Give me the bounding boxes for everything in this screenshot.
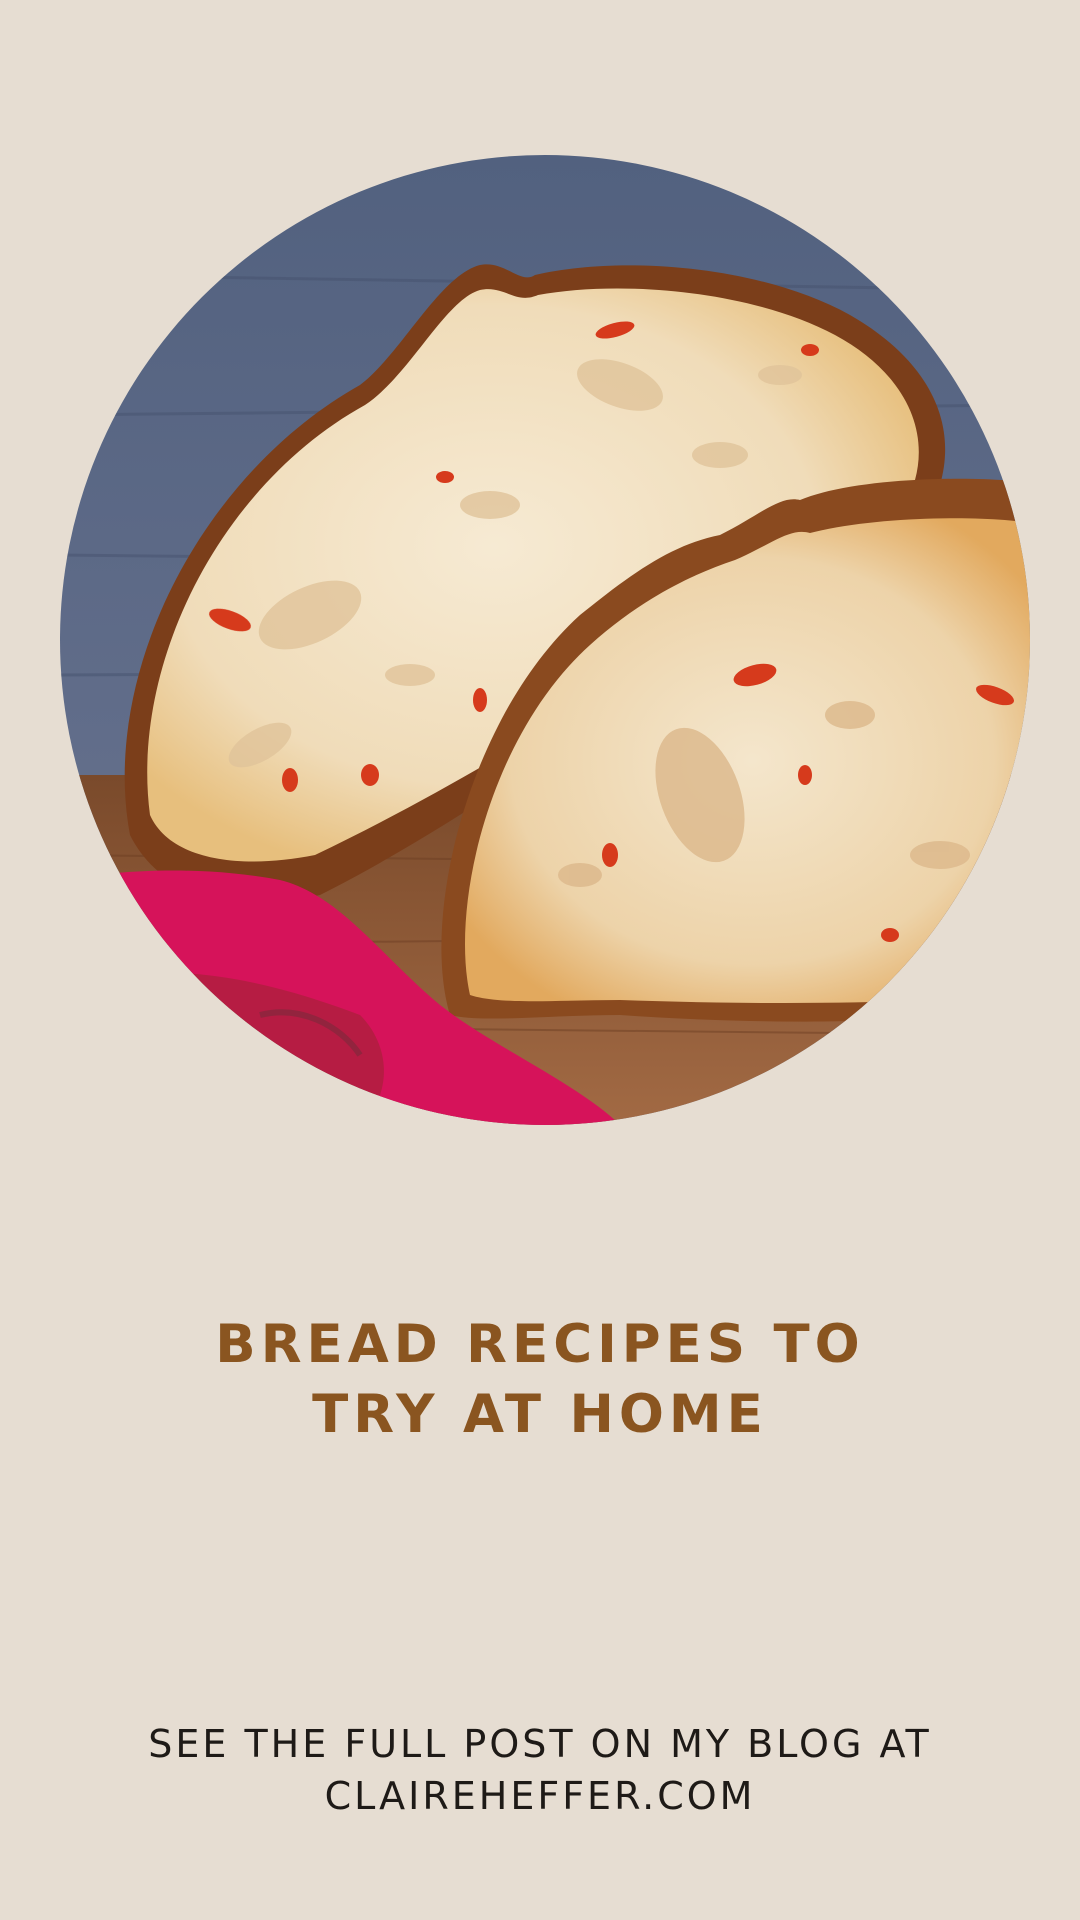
blog-callout: SEE THE FULL POST ON MY BLOG AT CLAIREHE…	[0, 1718, 1080, 1822]
blog-url-link[interactable]: CLAIREHEFFER.COM	[0, 1770, 1080, 1822]
callout-line-1: SEE THE FULL POST ON MY BLOG AT	[148, 1722, 932, 1766]
title-line-1: BREAD RECIPES TO	[215, 1314, 865, 1375]
title-line-2: TRY AT HOME	[312, 1384, 768, 1445]
bread-photo-illustration	[60, 155, 1030, 1125]
hero-photo	[60, 155, 1030, 1125]
page-title: BREAD RECIPES TO TRY AT HOME	[0, 1310, 1080, 1450]
